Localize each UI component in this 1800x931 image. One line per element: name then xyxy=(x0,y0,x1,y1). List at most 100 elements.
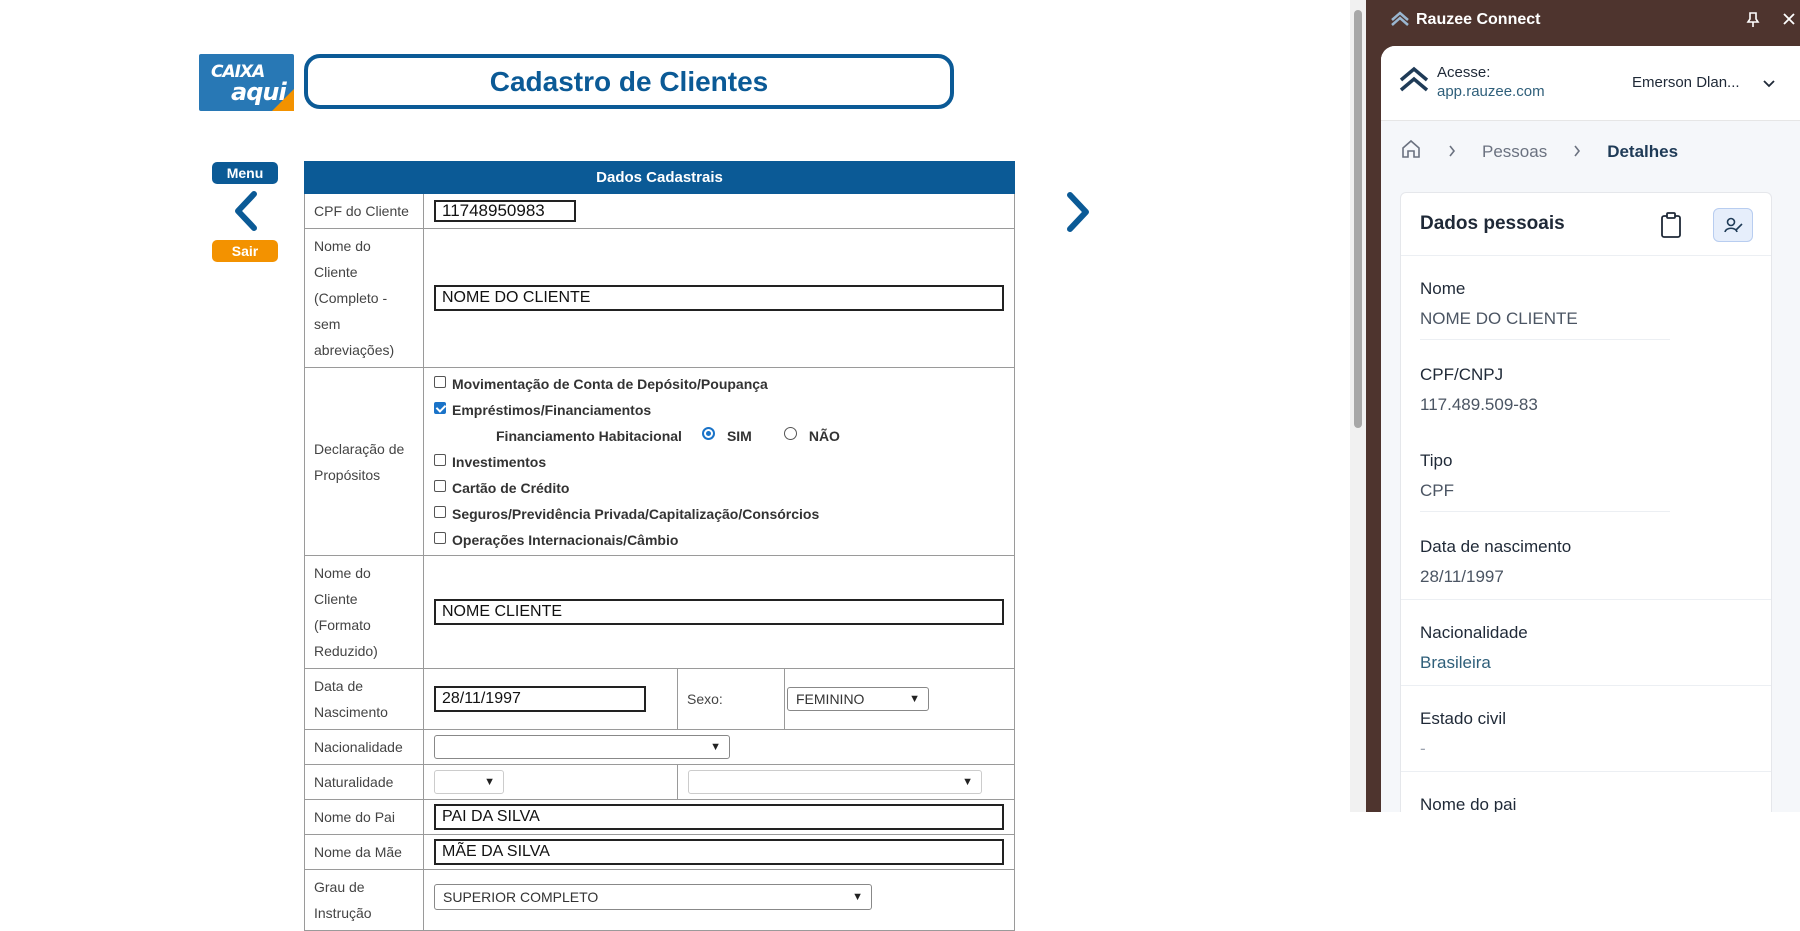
panel-card: Acesse: app.rauzee.com Emerson Dlan... P… xyxy=(1381,46,1800,812)
access-url-link[interactable]: app.rauzee.com xyxy=(1437,83,1545,100)
field-nacionalidade-label: Nacionalidade xyxy=(1420,623,1528,642)
panel-title: Rauzee Connect xyxy=(1416,11,1541,28)
pai-input[interactable]: PAI DA SILVA xyxy=(434,804,1004,830)
naturalidade-cidade-select[interactable]: ▼ xyxy=(688,770,982,794)
close-icon[interactable] xyxy=(1782,12,1796,31)
field-nome-value: NOME DO CLIENTE xyxy=(1420,309,1578,328)
proposito-seguros[interactable]: Seguros/Previdência Privada/Capitalizaçã… xyxy=(434,501,1004,527)
proposito-seguros-label: Seguros/Previdência Privada/Capitalizaçã… xyxy=(452,505,820,522)
dados-pessoais-card: Dados pessoais Nome NOME DO CLIENTE CPF/… xyxy=(1400,192,1772,812)
field-tipo-label: Tipo xyxy=(1420,451,1453,470)
breadcrumb: Pessoas Detalhes xyxy=(1400,138,1678,165)
cpf-input[interactable]: 11748950983 xyxy=(434,200,576,222)
cpf-label: CPF do Cliente xyxy=(304,193,424,229)
chevron-down-icon[interactable] xyxy=(1762,76,1776,94)
chevron-down-icon: ▼ xyxy=(852,891,863,903)
naturalidade-uf-select[interactable]: ▼ xyxy=(434,770,504,794)
rauzee-logo-icon xyxy=(1390,10,1410,35)
edit-person-icon xyxy=(1724,217,1743,233)
sexo-value: FEMININO xyxy=(796,691,865,707)
checkbox-operacoes[interactable] xyxy=(434,531,446,544)
home-icon[interactable] xyxy=(1400,138,1422,165)
proposito-emprestimos-label: Empréstimos/Financiamentos xyxy=(452,401,652,418)
nome-completo-input[interactable]: NOME DO CLIENTE xyxy=(434,285,1004,311)
access-bar: Acesse: app.rauzee.com Emerson Dlan... xyxy=(1381,46,1800,121)
financiamento-label: Financiamento Habitacional xyxy=(496,427,682,444)
divider xyxy=(1401,771,1771,772)
proposito-cartao-label: Cartão de Crédito xyxy=(452,479,570,496)
checkbox-movimentacao[interactable] xyxy=(434,375,446,388)
proposito-investimentos-label: Investimentos xyxy=(452,453,547,470)
dados-cadastrais-form: Dados Cadastrais CPF do Cliente 11748950… xyxy=(304,161,1015,931)
nascimento-input[interactable]: 28/11/1997 xyxy=(434,686,646,712)
breadcrumb-pessoas[interactable]: Pessoas xyxy=(1482,142,1547,162)
sexo-select[interactable]: FEMININO ▼ xyxy=(787,687,929,711)
divider xyxy=(1401,255,1771,256)
nome-completo-label: Nome do Cliente (Completo - sem abreviaç… xyxy=(304,228,424,368)
field-pai-label: Nome do pai xyxy=(1420,795,1517,812)
field-nacionalidade-value: Brasileira xyxy=(1420,653,1491,672)
financiamento-habitacional-row: Financiamento Habitacional SIM NÃO xyxy=(434,423,1004,449)
radio-sim[interactable] xyxy=(701,427,715,440)
chevron-down-icon: ▼ xyxy=(484,776,495,788)
checkbox-investimentos[interactable] xyxy=(434,453,446,466)
user-menu[interactable]: Emerson Dlan... xyxy=(1632,74,1740,91)
grau-select[interactable]: SUPERIOR COMPLETO ▼ xyxy=(434,884,872,910)
mae-label: Nome da Mãe xyxy=(304,834,424,870)
proposito-movimentacao[interactable]: Movimentação de Conta de Depósito/Poupan… xyxy=(434,371,1004,397)
proposito-operacoes[interactable]: Operações Internacionais/Câmbio xyxy=(434,527,1004,553)
nacionalidade-label: Nacionalidade xyxy=(304,729,424,765)
menu-button[interactable]: Menu xyxy=(212,162,278,184)
field-estado-civil-label: Estado civil xyxy=(1420,709,1506,728)
field-cpf-value: 117.489.509-83 xyxy=(1420,395,1538,414)
field-nome-label: Nome xyxy=(1420,279,1466,298)
nome-reduzido-input[interactable]: NOME CLIENTE xyxy=(434,599,1004,625)
checkbox-seguros[interactable] xyxy=(434,505,446,518)
divider xyxy=(1401,685,1771,686)
proposito-emprestimos[interactable]: Empréstimos/Financiamentos xyxy=(434,397,1004,423)
breadcrumb-detalhes: Detalhes xyxy=(1607,141,1679,161)
proposito-cartao[interactable]: Cartão de Crédito xyxy=(434,475,1004,501)
grau-label: Grau de Instrução xyxy=(304,869,424,931)
page-title: Cadastro de Clientes xyxy=(489,65,769,97)
field-nascimento-label: Data de nascimento xyxy=(1420,537,1572,556)
section-title: Dados pessoais xyxy=(1420,213,1565,234)
pin-icon[interactable] xyxy=(1746,12,1760,33)
clipboard-icon[interactable] xyxy=(1659,211,1683,244)
form-header: Dados Cadastrais xyxy=(304,161,1015,194)
checkbox-emprestimos[interactable] xyxy=(434,401,446,414)
chevron-left-icon[interactable] xyxy=(232,190,260,232)
field-tipo-value: CPF xyxy=(1420,481,1454,500)
logo-corner xyxy=(272,89,294,111)
proposito-movimentacao-label: Movimentação de Conta de Depósito/Poupan… xyxy=(452,375,768,392)
edit-person-button[interactable] xyxy=(1713,208,1753,242)
radio-nao[interactable] xyxy=(783,427,797,440)
divider xyxy=(1420,339,1670,340)
radio-nao-label: NÃO xyxy=(808,427,840,444)
page-title-box: Cadastro de Clientes xyxy=(304,54,954,109)
mae-input[interactable]: MÃE DA SILVA xyxy=(434,839,1004,865)
field-nascimento-value: 28/11/1997 xyxy=(1420,567,1504,586)
divider xyxy=(1401,599,1771,600)
sair-button[interactable]: Sair xyxy=(212,240,278,262)
nacionalidade-select[interactable]: ▼ xyxy=(434,735,730,759)
caixa-aqui-logo: CAIXA aqui xyxy=(199,54,294,111)
grau-value: SUPERIOR COMPLETO xyxy=(443,889,599,905)
divider xyxy=(1420,511,1670,512)
field-cpf-label: CPF/CNPJ xyxy=(1420,365,1504,384)
checkbox-cartao[interactable] xyxy=(434,479,446,492)
pai-label: Nome do Pai xyxy=(304,799,424,835)
nascimento-label: Data de Nascimento xyxy=(304,668,424,730)
chevron-down-icon: ▼ xyxy=(962,776,973,788)
proposito-operacoes-label: Operações Internacionais/Câmbio xyxy=(452,531,679,548)
proposito-investimentos[interactable]: Investimentos xyxy=(434,449,1004,475)
access-label: Acesse: xyxy=(1437,64,1491,81)
field-estado-civil-value: - xyxy=(1420,739,1426,758)
scrollbar-thumb[interactable] xyxy=(1354,10,1362,428)
chevron-right-icon[interactable] xyxy=(1064,191,1092,233)
sexo-label: Sexo: xyxy=(677,668,785,730)
radio-sim-label: SIM xyxy=(726,427,752,444)
chevron-right-icon xyxy=(1573,142,1581,162)
declaracao-label: Declaração de Propósitos xyxy=(304,367,424,556)
nome-reduzido-label: Nome do Cliente (Formato Reduzido) xyxy=(304,555,424,669)
